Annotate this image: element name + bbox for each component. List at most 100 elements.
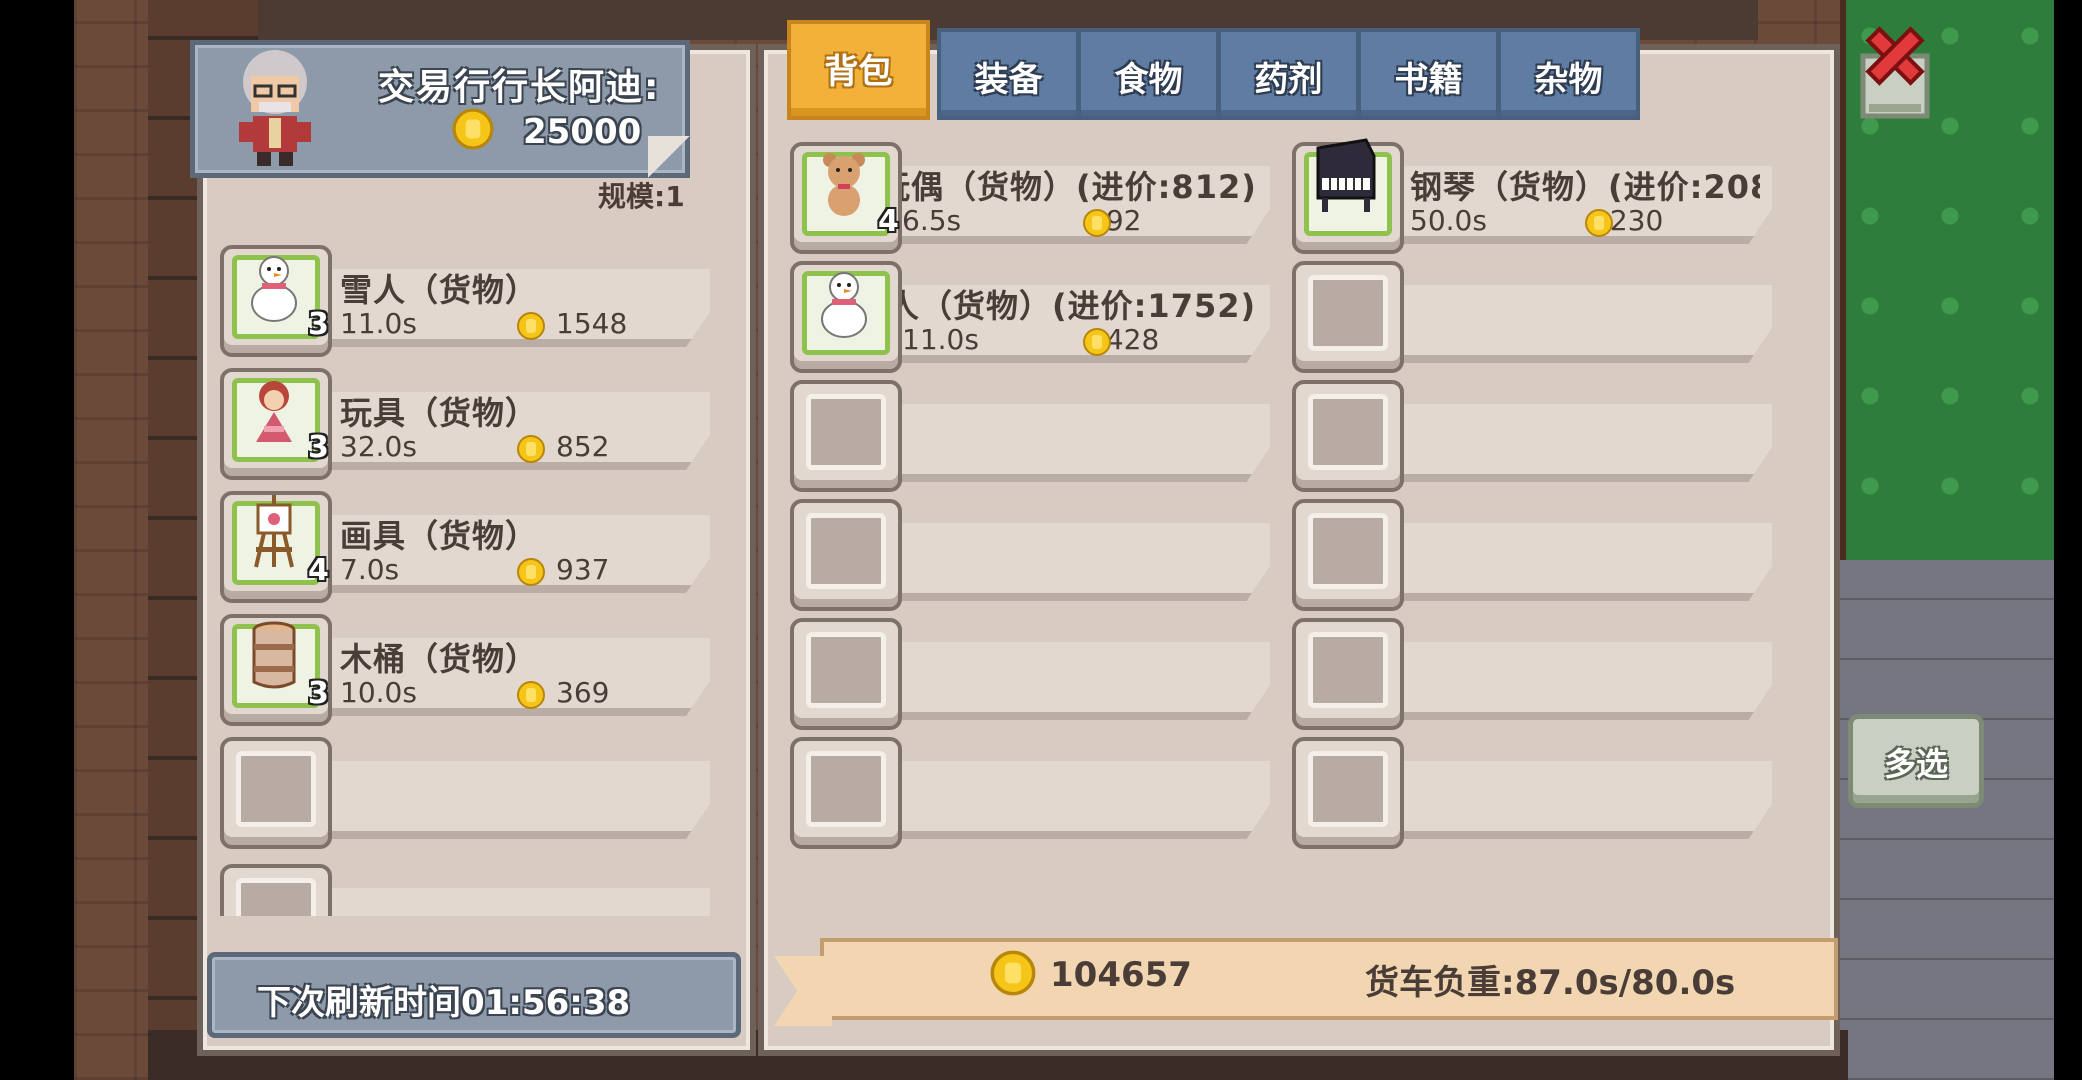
item-quantity: 4 [308, 553, 329, 588]
bag-empty-slot[interactable] [790, 499, 1280, 611]
shop-empty-slot[interactable] [220, 737, 720, 849]
item-slot[interactable] [790, 380, 902, 492]
merchant-avatar-icon [239, 50, 311, 166]
easel-icon [254, 495, 294, 568]
item-time: 7.0s [340, 553, 400, 586]
item-name: 雪人（货物）(进价:1752) [902, 287, 1257, 325]
bag-empty-slot[interactable] [1292, 737, 1782, 849]
item-slot[interactable] [790, 618, 902, 730]
item-name: 雪人（货物） [340, 271, 539, 309]
refresh-timer: 下次刷新时间01:56:38 [207, 952, 741, 1038]
item-quantity: 3 [308, 307, 329, 342]
bag-item-0[interactable]: 玩偶（货物）(进价:812) 6.5s 392 4 [790, 142, 1280, 254]
gold-coin-icon [1083, 328, 1111, 356]
item-bar [1382, 285, 1772, 363]
item-quantity: 3 [308, 430, 329, 465]
piano-icon [1316, 138, 1376, 212]
item-time: 6.5s [902, 204, 962, 237]
tab-books[interactable]: 书籍 [1357, 28, 1500, 120]
shop-list-clip [215, 860, 725, 916]
gold-coin-icon [990, 950, 1036, 996]
background-stone-floor [1834, 560, 2054, 1080]
item-name: 玩具（货物） [340, 394, 539, 432]
gold-coin-icon [1585, 209, 1613, 237]
item-bar [880, 404, 1270, 482]
doll-icon [256, 381, 292, 442]
item-bar [880, 642, 1270, 720]
gold-coin-icon [1083, 209, 1111, 237]
item-slot[interactable] [1292, 737, 1404, 849]
tab-misc[interactable]: 杂物 [1497, 28, 1640, 120]
item-time: 10.0s [340, 676, 417, 709]
gold-coin-icon [517, 435, 545, 463]
teddy-bear-icon [823, 153, 865, 216]
item-time: 11.0s [902, 323, 979, 356]
tab-food[interactable]: 食物 [1077, 28, 1220, 120]
cart-weight: 货车负重:87.0s/80.0s [1365, 963, 1736, 1003]
bag-empty-slot[interactable] [1292, 618, 1782, 730]
item-slot[interactable] [790, 499, 902, 611]
bag-empty-slot[interactable] [790, 737, 1280, 849]
card-fold [648, 136, 690, 178]
shop-item-0[interactable]: 3 雪人（货物） 11.0s 1548 [220, 245, 720, 357]
item-price: 369 [556, 676, 610, 709]
item-bar [1382, 404, 1772, 482]
item-bar [880, 761, 1270, 839]
refresh-timer-label: 下次刷新时间01:56:38 [257, 983, 631, 1023]
item-price: 937 [556, 553, 610, 586]
game-scene: 交易行行长阿迪: 25000 规模:1 3 雪人（货物） 11.0s 1548 [0, 0, 2082, 1080]
item-bar [1382, 523, 1772, 601]
player-gold: 104657 [1050, 955, 1192, 995]
tab-potion[interactable]: 药剂 [1217, 28, 1360, 120]
item-name: 木桶（货物） [340, 640, 539, 678]
gold-coin-icon [517, 312, 545, 340]
bag-empty-slot[interactable] [1292, 380, 1782, 492]
bag-item-1[interactable]: 钢琴（货物）(进价:2080) 50.0s 3230 [1292, 138, 1782, 254]
shop-item-1[interactable]: 3 玩具（货物） 32.0s 852 [220, 368, 720, 480]
item-slot[interactable] [1292, 261, 1404, 373]
item-time: 32.0s [340, 430, 417, 463]
gold-coin-icon [517, 558, 545, 586]
gold-coin-icon [452, 108, 494, 150]
shop-empty-slot[interactable] [220, 864, 720, 916]
multi-select-label: 多选 [1883, 745, 1948, 783]
item-slot[interactable] [1292, 380, 1404, 492]
merchant-name: 交易行行长阿迪: [378, 67, 658, 108]
gold-coin-icon [517, 681, 545, 709]
item-name: 钢琴（货物）(进价:2080) [1410, 168, 1760, 206]
bag-empty-slot[interactable] [1292, 499, 1782, 611]
item-name: 画具（货物） [340, 517, 539, 555]
bag-empty-slot[interactable] [1292, 261, 1782, 373]
bag-empty-slot[interactable] [790, 380, 1280, 492]
item-bar [1382, 642, 1772, 720]
merchant-scale: 规模:1 [598, 180, 685, 213]
shop-item-3[interactable]: 3 木桶（货物） 10.0s 369 [220, 614, 720, 726]
item-price: 1548 [556, 307, 628, 340]
item-quantity: 4 [878, 204, 899, 239]
multi-select-button[interactable]: 多选 [1848, 714, 1984, 808]
item-time: 11.0s [340, 307, 417, 340]
item-slot[interactable] [220, 737, 332, 849]
item-bar [880, 523, 1270, 601]
item-bar [310, 888, 710, 916]
bag-empty-slot[interactable] [790, 618, 1280, 730]
close-icon[interactable] [1855, 12, 1935, 122]
item-name: 玩偶（货物）(进价:812) [902, 168, 1257, 206]
tab-equipment[interactable]: 装备 [937, 28, 1080, 120]
tab-backpack[interactable]: 背包 [787, 20, 930, 120]
bag-item-2[interactable]: 雪人（货物）(进价:1752) 11.0s 1428 [790, 261, 1280, 373]
item-slot[interactable] [1292, 618, 1404, 730]
item-slot[interactable] [790, 737, 902, 849]
shop-item-2[interactable]: 4 画具（货物） 7.0s 937 [220, 491, 720, 603]
snowman-icon [251, 256, 297, 322]
item-slot[interactable] [220, 864, 332, 916]
merchant-gold: 25000 [523, 112, 642, 152]
barrel-icon [252, 621, 296, 689]
item-time: 50.0s [1410, 204, 1487, 237]
item-slot[interactable] [1292, 499, 1404, 611]
snowman-icon [821, 272, 867, 338]
item-bar [1382, 761, 1772, 839]
item-price: 852 [556, 430, 610, 463]
item-quantity: 3 [308, 676, 329, 711]
item-bar [310, 761, 710, 839]
